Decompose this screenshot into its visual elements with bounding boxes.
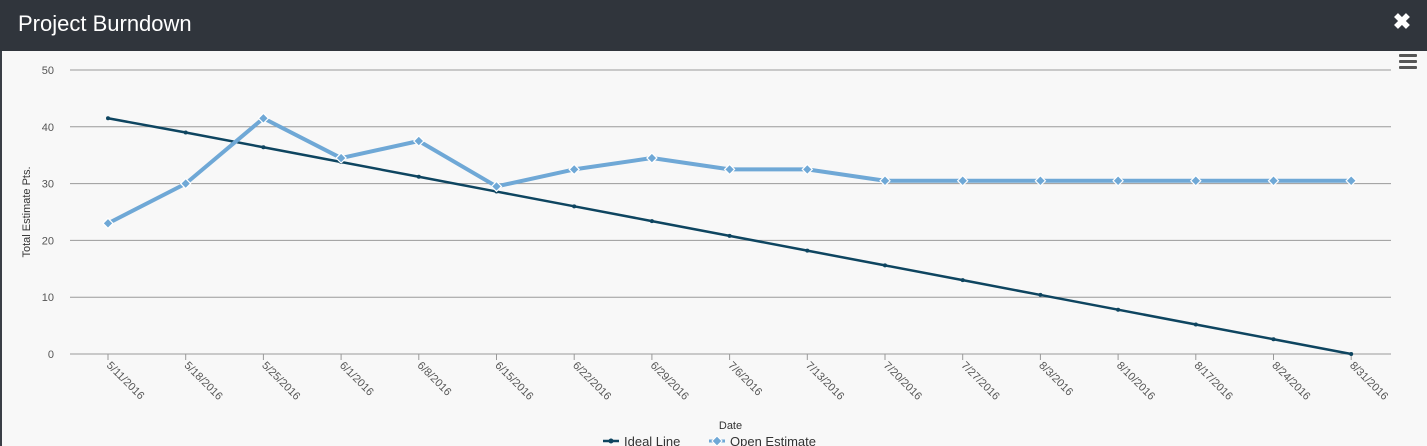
close-icon[interactable]: ✖ [1391,9,1413,35]
legend-marker [608,438,614,444]
y-tick-label: 50 [42,65,54,77]
x-tick-label: 8/17/2016 [1192,360,1235,403]
open-estimate-point [568,163,581,176]
ideal-line-point [1116,307,1121,312]
x-tick-label: 6/1/2016 [337,360,376,399]
ideal-line-point [261,145,266,150]
ideal-line-point [1349,352,1354,356]
x-tick-label: 5/11/2016 [104,360,147,403]
ideal-line-point [572,204,577,209]
y-axis-title: Total Estimate Pts. [21,166,33,257]
ideal-line-point [183,130,188,135]
title-bar: Project Burndown ✖ [0,0,1427,51]
open-estimate-point [879,174,891,187]
ideal-line-point [883,263,887,268]
ideal-line-point [1038,292,1043,297]
x-tick-label: 5/18/2016 [182,360,225,403]
open-estimate-point [723,163,736,176]
x-tick-label: 8/3/2016 [1036,360,1075,399]
open-estimate-point [801,163,814,176]
burndown-chart: 0 10 20 30 40 50 5/11/2016 5/18/2016 5/25/2016 6/… [21,65,1391,446]
legend-label[interactable]: Open Estimate [730,434,816,446]
x-tick-label: 8/10/2016 [1114,360,1157,403]
open-estimate-point [646,152,658,164]
open-estimate-point [956,174,969,187]
x-tick-label: 7/27/2016 [959,360,1002,403]
x-tick-label: 6/29/2016 [648,360,691,403]
open-estimate-point [1112,174,1124,187]
ideal-line-point [1271,337,1276,342]
ideal-line-point [805,248,810,253]
x-tick-label: 8/31/2016 [1347,360,1390,403]
x-tick-label: 5/25/2016 [259,360,302,403]
open-estimate-point [1267,174,1280,187]
ideal-line-point [727,233,732,238]
y-tick-label: 10 [42,292,54,304]
x-tick-label: 8/24/2016 [1269,360,1312,403]
open-estimate-point [1345,174,1358,187]
ideal-line-point [106,116,110,121]
legend-label[interactable]: Ideal Line [624,434,680,446]
window-title: Project Burndown [18,11,192,36]
x-axis-title: Date [719,420,742,432]
ideal-line-point [649,219,654,224]
x-tick-label: 6/8/2016 [415,360,454,399]
open-estimate-point [1034,174,1047,187]
x-tick-label: 6/22/2016 [570,360,613,403]
x-tick-label: 7/20/2016 [881,360,924,403]
x-tick-label: 7/13/2016 [803,360,846,403]
legend-marker [711,435,723,446]
y-tick-label: 0 [48,349,54,361]
y-tick-label: 20 [42,235,54,247]
ideal-line-point [960,278,965,283]
x-tick-label: 6/15/2016 [492,360,535,403]
ideal-line-point [416,174,421,179]
ideal-line-point [1193,322,1198,327]
y-tick-label: 40 [42,122,54,134]
y-tick-label: 30 [42,179,54,191]
open-estimate-point [1189,174,1202,187]
x-tick-label: 7/6/2016 [725,360,764,399]
